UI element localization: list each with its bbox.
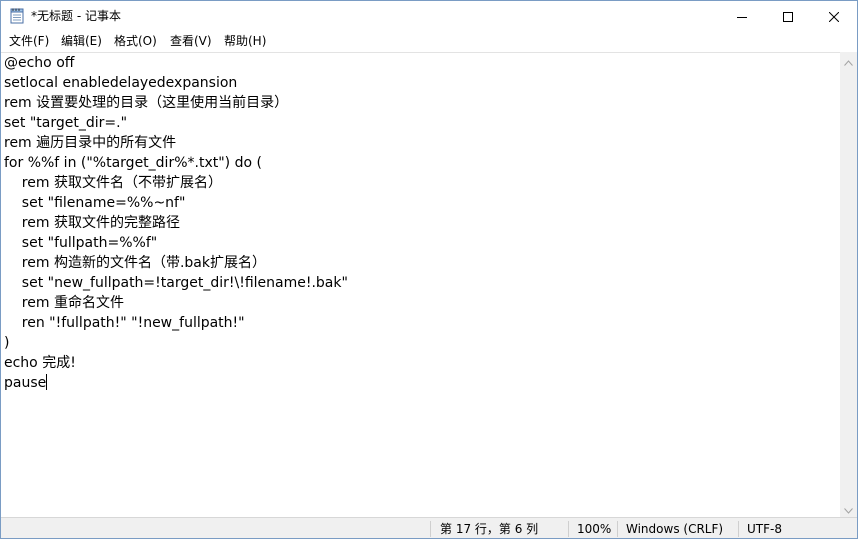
editor-line: set "filename=%%~nf" <box>4 195 186 211</box>
editor-line: echo 完成! <box>4 355 76 371</box>
scroll-down-button[interactable] <box>840 500 857 517</box>
editor-line: set "fullpath=%%f" <box>4 235 158 251</box>
text-editor[interactable]: @echo off setlocal enabledelayedexpansio… <box>1 52 840 517</box>
chevron-down-icon <box>844 499 853 518</box>
editor-line: rem 获取文件名（不带扩展名） <box>4 175 222 191</box>
text-caret <box>46 374 48 390</box>
editor-content[interactable]: @echo off setlocal enabledelayedexpansio… <box>4 53 348 393</box>
maximize-button[interactable] <box>765 1 811 31</box>
menu-file[interactable]: 文件(F) <box>9 33 49 49</box>
notepad-window: *无标题 - 记事本 文件(F) 编辑(E) 格式(O) 查看(V) 帮助(H)… <box>0 0 858 539</box>
menu-bar: 文件(F) 编辑(E) 格式(O) 查看(V) 帮助(H) <box>1 31 857 51</box>
status-separator <box>430 521 431 537</box>
zoom-level: 100% <box>577 522 612 536</box>
editor-line: pause <box>4 375 47 391</box>
close-button[interactable] <box>811 1 857 31</box>
notepad-icon[interactable] <box>10 8 24 24</box>
window-title: *无标题 - 记事本 <box>31 9 121 23</box>
editor-line: ) <box>4 335 10 351</box>
editor-line: set "target_dir=." <box>4 115 128 131</box>
scroll-up-button[interactable] <box>840 52 857 69</box>
menu-format[interactable]: 格式(O) <box>114 33 157 49</box>
editor-line: rem 构造新的文件名（带.bak扩展名） <box>4 255 266 271</box>
title-bar[interactable]: *无标题 - 记事本 <box>1 1 857 31</box>
minimize-icon <box>737 7 747 26</box>
menu-edit[interactable]: 编辑(E) <box>61 33 102 49</box>
minimize-button[interactable] <box>719 1 765 31</box>
encoding: UTF-8 <box>747 522 782 536</box>
chevron-up-icon <box>844 51 853 70</box>
maximize-icon <box>783 7 793 26</box>
status-separator <box>617 521 618 537</box>
line-ending: Windows (CRLF) <box>626 522 724 536</box>
editor-line: rem 设置要处理的目录（这里使用当前目录） <box>4 95 289 111</box>
status-separator <box>738 521 739 537</box>
menu-help[interactable]: 帮助(H) <box>224 33 266 49</box>
vertical-scrollbar[interactable] <box>840 52 857 517</box>
editor-line: @echo off <box>4 55 75 71</box>
menu-view[interactable]: 查看(V) <box>170 33 212 49</box>
editor-line: set "new_fullpath=!target_dir!\!filename… <box>4 275 348 291</box>
editor-line: rem 遍历目录中的所有文件 <box>4 135 177 151</box>
editor-line: for %%f in ("%target_dir%*.txt") do ( <box>4 155 262 171</box>
editor-line: setlocal enabledelayedexpansion <box>4 75 238 91</box>
editor-line: rem 重命名文件 <box>4 295 124 311</box>
editor-line: ren "!fullpath!" "!new_fullpath!" <box>4 315 245 331</box>
status-bar: 第 17 行，第 6 列 100% Windows (CRLF) UTF-8 <box>1 517 857 538</box>
editor-line: rem 获取文件的完整路径 <box>4 215 180 231</box>
status-separator <box>568 521 569 537</box>
cursor-position: 第 17 行，第 6 列 <box>440 522 539 536</box>
close-icon <box>828 7 840 26</box>
